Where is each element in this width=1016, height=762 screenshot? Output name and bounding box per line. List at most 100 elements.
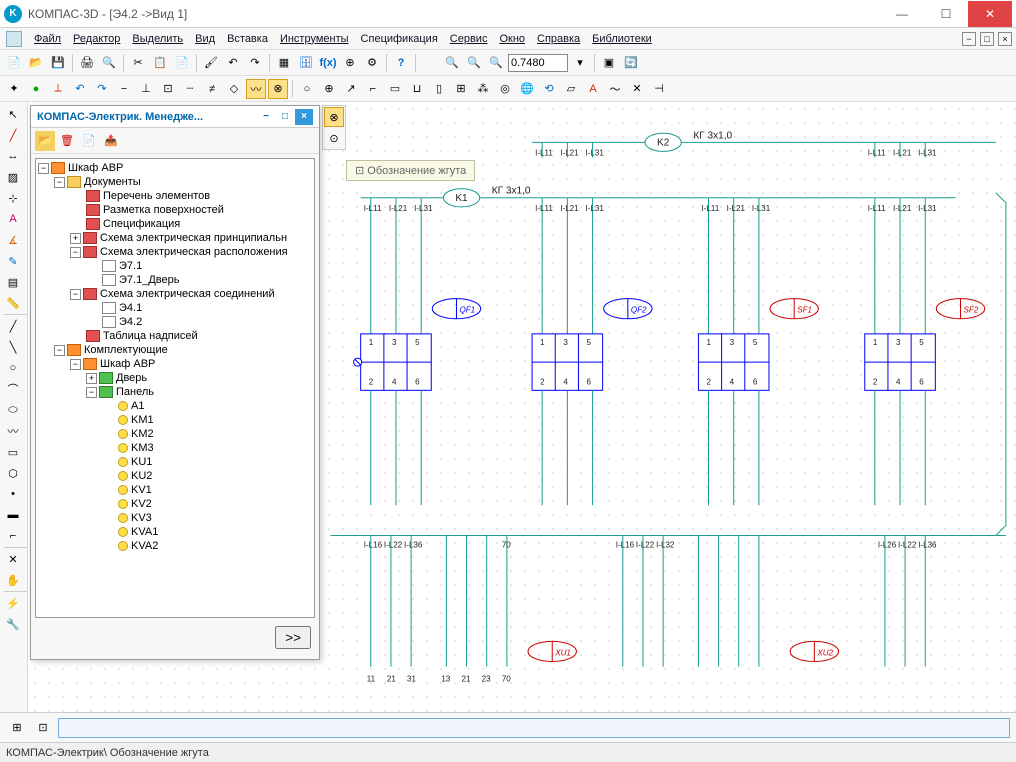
tree-exp[interactable]: − (54, 177, 65, 188)
menu-editor[interactable]: Редактор (67, 31, 126, 47)
tree-item[interactable]: Схема электрическая принципиальн (100, 232, 287, 244)
zoom-window-icon[interactable]: 🔍 (442, 53, 462, 73)
tree-component[interactable]: KM1 (131, 414, 154, 426)
redo2-icon[interactable]: ↷ (92, 79, 112, 99)
tree-item[interactable]: Перечень элементов (103, 190, 210, 202)
copy-icon[interactable]: 📋 (150, 53, 170, 73)
v-icon[interactable]: ⊥ (136, 79, 156, 99)
corner-icon[interactable]: ⌐ (363, 79, 383, 99)
rect3-icon[interactable]: ▭ (2, 442, 24, 462)
tree-item[interactable]: Схема электрическая расположения (100, 246, 288, 258)
menu-view[interactable]: Вид (189, 31, 221, 47)
tree-component[interactable]: KVA1 (131, 526, 158, 538)
grid-icon[interactable]: ▦ (274, 53, 294, 73)
cmd-icon1[interactable]: ⊞ (6, 718, 28, 738)
panel-restore-icon[interactable]: □ (276, 109, 294, 125)
star-icon[interactable]: ✦ (4, 79, 24, 99)
refresh-icon[interactable]: 🔄 (621, 53, 641, 73)
tree-dver[interactable]: Дверь (116, 372, 147, 384)
fill-icon[interactable]: ▬ (2, 505, 24, 525)
point-icon[interactable]: • (2, 484, 24, 504)
minimize-button[interactable]: — (880, 1, 924, 27)
tree-sheet[interactable]: Э7.1_Дверь (119, 274, 179, 286)
menu-file[interactable]: Файл (28, 31, 67, 47)
circ-icon[interactable]: ○ (2, 358, 24, 378)
tree-exp[interactable]: − (86, 387, 97, 398)
mdi-minimize-icon[interactable]: − (962, 32, 976, 46)
cross-icon[interactable]: ✕ (627, 79, 647, 99)
zoom-in-icon[interactable]: 🔍 (464, 53, 484, 73)
tree-panel[interactable]: Панель (116, 386, 154, 398)
mdi-close-icon[interactable]: × (998, 32, 1012, 46)
node-icon[interactable]: ● (26, 79, 46, 99)
bolt-icon[interactable]: ⚡ (2, 593, 24, 613)
seg2-icon[interactable]: ╲ (2, 337, 24, 357)
panel-new-icon[interactable]: 📄 (79, 131, 99, 151)
wrench-icon[interactable]: 🔧 (2, 614, 24, 634)
panel-titlebar[interactable]: КОМПАС-Электрик. Менедже... − □ × (31, 106, 319, 128)
panel-delete-icon[interactable]: 🗑 (57, 131, 77, 151)
rot-icon[interactable]: ⟲ (539, 79, 559, 99)
print-icon[interactable]: 🖨 (77, 53, 97, 73)
tree-root[interactable]: Шкаф АВР (68, 162, 123, 174)
target-icon[interactable]: ⊕ (340, 53, 360, 73)
tree-exp[interactable]: − (70, 289, 81, 300)
menu-select[interactable]: Выделить (126, 31, 189, 47)
zoom-out-icon[interactable]: 🔍 (486, 53, 506, 73)
tree-component[interactable]: KU2 (131, 470, 152, 482)
maximize-button[interactable]: ☐ (924, 1, 968, 27)
tree-component[interactable]: KV1 (131, 484, 152, 496)
layer-icon[interactable]: ▣ (599, 53, 619, 73)
fx-icon[interactable]: f(x) (318, 53, 338, 73)
db-icon[interactable]: 🗄 (296, 53, 316, 73)
rect2-icon[interactable]: ▯ (429, 79, 449, 99)
menu-window[interactable]: Окно (493, 31, 531, 47)
tree-item[interactable]: Спецификация (103, 218, 180, 230)
undo2-icon[interactable]: ↶ (70, 79, 90, 99)
arrow-icon[interactable]: ↗ (341, 79, 361, 99)
save-icon[interactable]: 💾 (48, 53, 68, 73)
tree-komplekt[interactable]: Комплектующие (84, 344, 168, 356)
tree-exp[interactable]: − (70, 359, 81, 370)
axis-icon[interactable]: ⊹ (2, 188, 24, 208)
menu-service[interactable]: Сервис (444, 31, 494, 47)
tree-component[interactable]: KU1 (131, 456, 152, 468)
zoom-input[interactable] (508, 54, 568, 72)
tree-exp[interactable]: + (86, 373, 97, 384)
dash-icon[interactable]: ┄ (180, 79, 200, 99)
tree-component[interactable]: A1 (131, 400, 144, 412)
tree-sheet[interactable]: Э4.2 (119, 316, 142, 328)
panel-close-icon[interactable]: × (295, 109, 313, 125)
circle-icon[interactable]: ○ (297, 79, 317, 99)
cmd-icon2[interactable]: ⊡ (32, 718, 54, 738)
brush-icon[interactable]: 🖌 (201, 53, 221, 73)
panel-open-icon[interactable]: 📂 (35, 131, 55, 151)
edit-icon[interactable]: ✎ (2, 251, 24, 271)
tree-exp[interactable]: − (38, 163, 49, 174)
hatch-icon[interactable]: ▨ (2, 167, 24, 187)
box-icon[interactable]: ◇ (224, 79, 244, 99)
paste-icon[interactable]: 📄 (172, 53, 192, 73)
spline-icon[interactable]: 〰 (2, 421, 24, 441)
menu-spec[interactable]: Спецификация (355, 31, 444, 47)
panel-minimize-icon[interactable]: − (257, 109, 275, 125)
tree-component[interactable]: KM3 (131, 442, 154, 454)
tree-view[interactable]: −Шкаф АВР −Документы Перечень элементов … (35, 158, 315, 618)
tag-icon[interactable]: ▱ (561, 79, 581, 99)
menu-insert[interactable]: Вставка (221, 31, 274, 47)
globe-icon[interactable]: 🌐 (517, 79, 537, 99)
target2-icon[interactable]: ⊕ (319, 79, 339, 99)
dot-icon[interactable]: ⊡ (158, 79, 178, 99)
a-icon[interactable]: A (583, 79, 603, 99)
tree-docs[interactable]: Документы (84, 176, 141, 188)
dim-icon[interactable]: ↔ (2, 146, 24, 166)
gear-icon[interactable]: ⚙ (362, 53, 382, 73)
tree-sheet[interactable]: Э4.1 (119, 302, 142, 314)
tree-exp[interactable]: − (54, 345, 65, 356)
end-icon[interactable]: ⊣ (649, 79, 669, 99)
preview-icon[interactable]: 🔍 (99, 53, 119, 73)
tree-captions[interactable]: Таблица надписей (103, 330, 198, 342)
tree-conn[interactable]: Схема электрическая соединений (100, 288, 275, 300)
tree-component[interactable]: KM2 (131, 428, 154, 440)
harness-mode-icon[interactable]: ⊗ (324, 107, 344, 127)
